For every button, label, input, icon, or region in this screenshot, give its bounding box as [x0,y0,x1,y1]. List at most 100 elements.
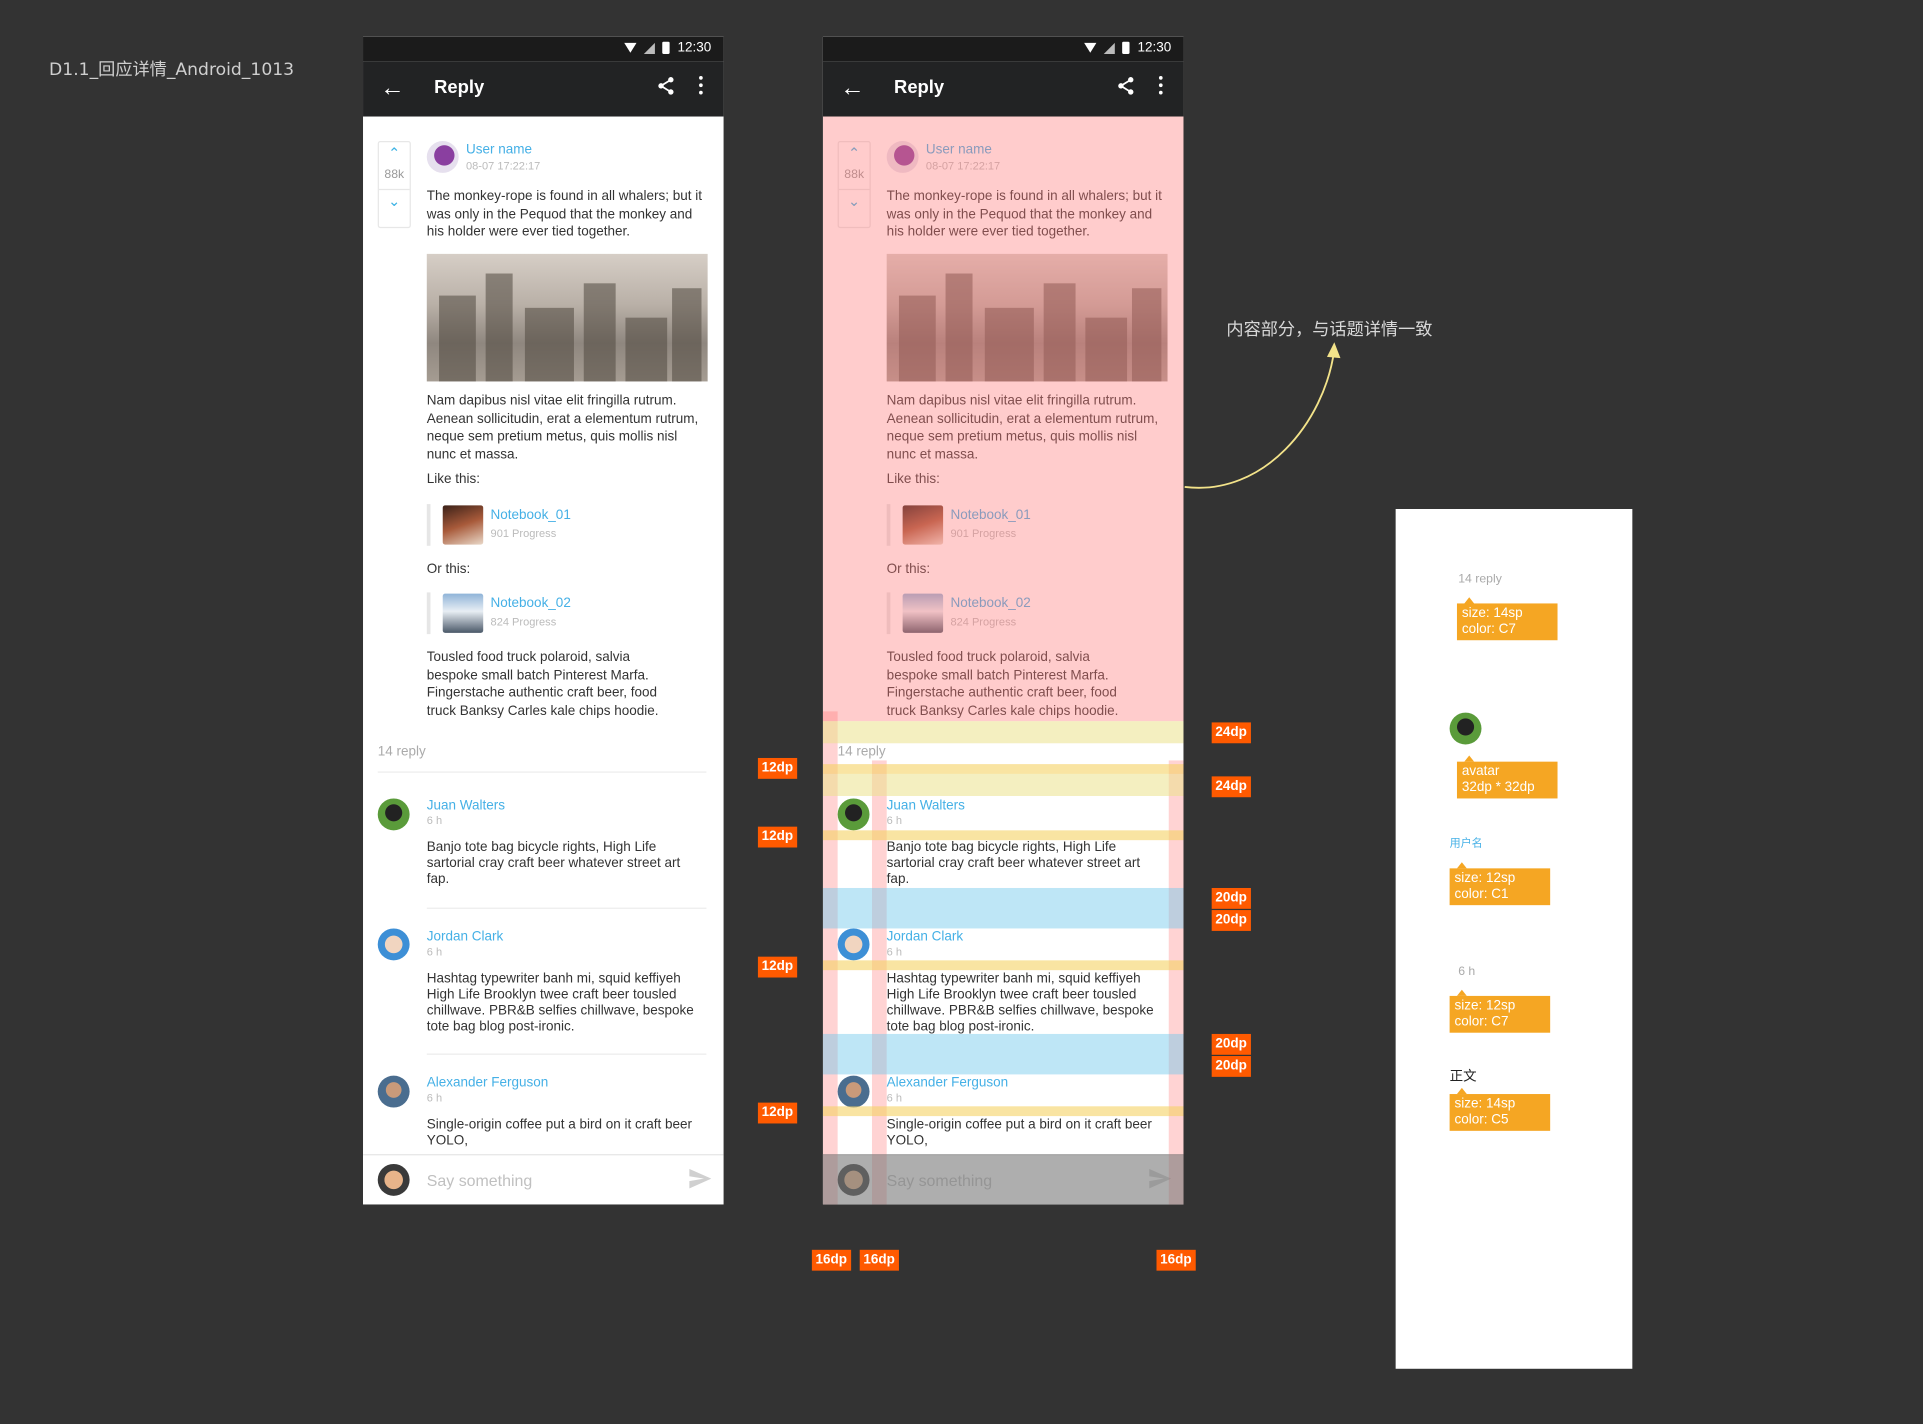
spacing-guide [822,960,1184,971]
dimension-tag: 12dp [757,826,797,848]
spec-note: size: 14sp color: C7 [1456,597,1558,641]
arrow-back-icon[interactable]: ← [380,74,405,103]
signal-icon [1104,42,1116,54]
reply-user-name[interactable]: Juan Walters [887,798,965,813]
attachment-progress: 901 Progress [490,527,557,540]
spec-time-label: 6 h [1458,965,1476,979]
post-paragraph: Nam dapibus nisl vitae elit fringilla ru… [426,393,699,463]
dimension-tag: 12dp [757,757,797,779]
post-paragraph: Tousled food truck polaroid, salvia besp… [426,650,659,719]
battery-icon [662,41,671,54]
send-icon[interactable] [689,1168,712,1195]
reply-time: 6 h [426,1091,443,1104]
post-paragraph: The monkey-rope is found in all whalers;… [426,188,702,240]
avatar[interactable] [837,798,870,831]
vote-count: 88k [384,168,405,182]
post-image[interactable] [426,253,708,382]
app-bar: ← Reply [822,61,1184,117]
avatar [1449,712,1482,745]
dimension-tag: 20dp [1211,1033,1251,1055]
reply-count: 14 reply [837,744,886,760]
or-this-label: Or this: [426,561,471,577]
attachment-card[interactable]: Notebook_02 824 Progress [426,592,672,635]
spec-note: size: 12sp color: C7 [1449,989,1551,1033]
spec-note: size: 14sp color: C5 [1449,1087,1551,1131]
reply-text: Banjo tote bag bicycle rights, High Life… [426,840,681,887]
notebook-thumbnail [442,593,484,633]
share-icon[interactable] [1117,76,1134,102]
reply-user-name[interactable]: Jordan Clark [427,930,503,945]
dimension-tag: 16dp [859,1249,899,1271]
reply-time: 6 h [886,1091,903,1104]
avatar [377,1163,410,1196]
spec-reply-label: 14 reply [1458,572,1502,587]
avatar[interactable] [837,928,870,961]
dimension-tag: 24dp [1211,722,1251,744]
attachment-card[interactable]: Notebook_01 901 Progress [426,504,672,546]
signal-icon [644,42,656,54]
margin-guide-left [871,760,887,1205]
reply-user-name[interactable]: Juan Walters [427,798,505,813]
spec-username-label: 用户名 [1449,836,1483,849]
avatar[interactable] [837,1075,870,1108]
app-bar-title: Reply [894,77,945,99]
comment-input[interactable]: Say something [427,1171,532,1189]
arrow-back-icon[interactable]: ← [840,74,865,103]
reply-count: 14 reply [377,744,426,760]
vote-widget: ⌃ 88k ⌄ [377,141,411,229]
attachment-name[interactable]: Notebook_01 [491,508,571,523]
margin-guide-right [1168,760,1184,1205]
attachment-name[interactable]: Notebook_02 [491,596,571,611]
reply-text: Hashtag typewriter banh mi, squid keffiy… [886,971,1154,1034]
reply-user-name[interactable]: Alexander Ferguson [427,1076,548,1091]
page-title: D1.1_回应详情_Android_1013 [49,60,295,80]
more-vert-icon[interactable] [699,76,704,98]
reply-user-name[interactable]: Jordan Clark [887,930,963,945]
post-timestamp: 08-07 17:22:17 [466,159,541,172]
avatar[interactable] [426,141,459,173]
dimension-tag: 16dp [1156,1249,1196,1271]
annotation-note: 内容部分，与话题详情一致 [1226,320,1433,340]
avatar[interactable] [377,928,410,961]
reply-user-name[interactable]: Alexander Ferguson [887,1076,1008,1091]
input-bar-dim [822,1154,1184,1205]
spacing-guide [822,721,1184,744]
spacing-guide [822,830,1184,841]
app-bar-title: Reply [434,77,485,99]
spacing-guide [822,764,1184,774]
reply-text: Hashtag typewriter banh mi, squid keffiy… [426,971,694,1034]
status-bar: 12:30 [822,36,1184,62]
share-icon[interactable] [657,76,674,102]
reply-text: Single-origin coffee put a bird on it cr… [886,1117,1152,1149]
reply-time: 6 h [426,814,443,827]
notebook-thumbnail [442,505,484,545]
spacing-guide [822,773,1184,796]
spec-note: size: 12sp color: C1 [1449,862,1551,906]
dimension-tag: 20dp [1211,1056,1251,1077]
reply-text: Banjo tote bag bicycle rights, High Life… [886,840,1141,887]
dimension-tag: 16dp [811,1249,851,1271]
upvote-icon[interactable]: ⌃ [379,142,410,164]
wifi-icon [1084,42,1097,53]
comment-bar: Say something [363,1154,724,1205]
like-this-label: Like this: [426,472,481,487]
status-time: 12:30 [1137,40,1172,56]
avatar[interactable] [377,1075,410,1108]
spacing-guide [822,1033,1184,1075]
reply-time: 6 h [886,945,903,958]
reply-screen-annotated: 12:30 ← Reply ⌃ 88k ⌄ User name 08-07 17… [822,36,1184,1205]
downvote-icon[interactable]: ⌄ [379,190,410,212]
avatar[interactable] [377,798,410,831]
spacing-guide [822,1106,1184,1117]
status-bar: 12:30 [363,36,724,62]
dimension-tag: 12dp [757,956,797,978]
content-highlight [822,116,1184,722]
battery-icon [1122,41,1131,54]
user-name[interactable]: User name [466,142,532,157]
app-bar: ← Reply [363,61,724,117]
reply-text: Single-origin coffee put a bird on it cr… [426,1117,693,1149]
attachment-progress: 824 Progress [490,615,557,628]
spec-body-label: 正文 [1449,1069,1477,1085]
more-vert-icon[interactable] [1158,76,1164,98]
reply-time: 6 h [886,814,903,827]
